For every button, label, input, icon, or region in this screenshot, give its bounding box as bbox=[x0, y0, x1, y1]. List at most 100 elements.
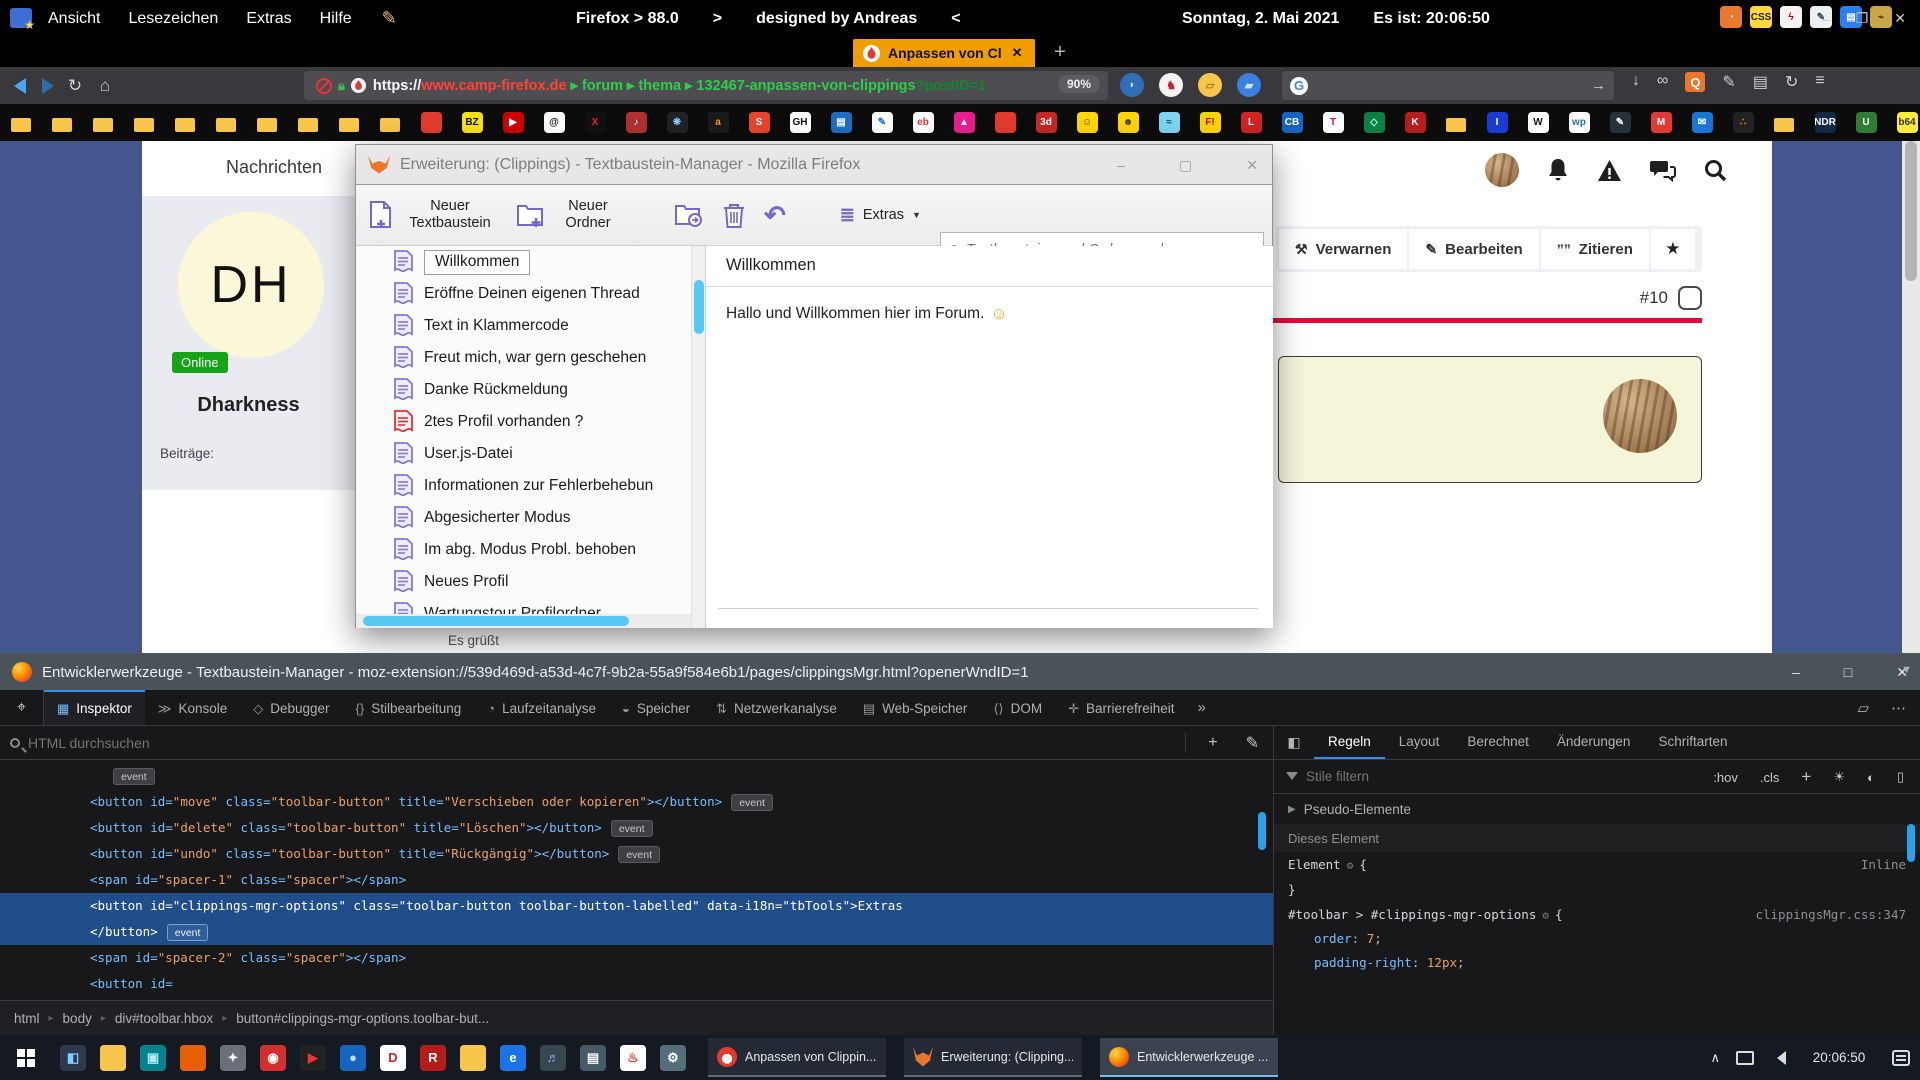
extras-button[interactable]: ≣ Extras ▼ bbox=[840, 205, 921, 226]
bookmark-icon[interactable] bbox=[1773, 112, 1795, 134]
go-arrow-icon[interactable]: → bbox=[1591, 77, 1606, 94]
print-simulation-icon[interactable]: ◐ bbox=[1867, 770, 1875, 785]
css-declaration[interactable]: padding-right: 12px; bbox=[1274, 951, 1920, 975]
devtools-titlebar[interactable]: Entwicklerwerkzeuge - Textbaustein-Manag… bbox=[0, 654, 1920, 690]
new-folder-button[interactable]: Neuer Ordner bbox=[516, 198, 624, 231]
scrollbar-thumb[interactable] bbox=[363, 616, 629, 626]
minimize-button[interactable]: – bbox=[1822, 11, 1830, 27]
bookmark-icon[interactable]: ◇ bbox=[1363, 112, 1385, 134]
devtools-tab[interactable]: ◔Laufzeitanalyse bbox=[474, 690, 609, 725]
bookmark-icon[interactable]: NDR bbox=[1814, 112, 1836, 134]
breadcrumb-item[interactable]: html bbox=[14, 1011, 40, 1026]
bookmark-icon[interactable]: T bbox=[1322, 112, 1344, 134]
zoom-level-badge[interactable]: 90% bbox=[1058, 75, 1100, 93]
bookmark-icon[interactable] bbox=[51, 112, 73, 134]
navbar-action-icon[interactable]: ∞ bbox=[1657, 72, 1668, 92]
bookmark-icon[interactable]: S bbox=[748, 112, 770, 134]
breadcrumb-item[interactable]: button#clippings-mgr-options.toolbar-but… bbox=[236, 1011, 489, 1026]
clipping-list-item[interactable]: Neues Profil bbox=[356, 566, 691, 598]
navbar-action-icon[interactable]: ↓ bbox=[1632, 72, 1640, 92]
stylesheet-icon[interactable]: ▯ bbox=[1897, 769, 1904, 785]
sidebar-tab[interactable]: Regeln bbox=[1314, 726, 1385, 759]
sidebar-toggle-icon[interactable]: ◧ bbox=[1274, 726, 1314, 759]
taskbar-app-icon[interactable]: ▤ bbox=[580, 1045, 606, 1071]
toolbar-icon[interactable]: ▰ bbox=[1237, 73, 1261, 97]
taskbar-app-icon[interactable]: ◧ bbox=[60, 1045, 86, 1071]
toggle-classes-button[interactable]: .cls bbox=[1760, 770, 1780, 785]
markup-line[interactable]: <button id= bbox=[0, 971, 1273, 997]
bookmark-icon[interactable]: ♪ bbox=[625, 112, 647, 134]
volume-icon[interactable] bbox=[1770, 1051, 1786, 1065]
lock-icon[interactable]: 🔒︎ bbox=[338, 78, 345, 94]
bookmark-icon[interactable]: 3d bbox=[1035, 112, 1057, 134]
devtools-tab[interactable]: {}Stilbearbeitung bbox=[343, 690, 475, 725]
bookmark-icon[interactable]: ❋ bbox=[666, 112, 688, 134]
markup-scrollbar-thumb[interactable] bbox=[1258, 812, 1266, 850]
bookmark-icon[interactable]: a bbox=[707, 112, 729, 134]
taskbar-app-icon[interactable]: ● bbox=[340, 1045, 366, 1071]
post-action-button[interactable]: ✎Bearbeiten bbox=[1409, 229, 1538, 269]
event-badge[interactable]: event bbox=[618, 846, 660, 863]
sidebar-tab[interactable]: Layout bbox=[1385, 726, 1454, 759]
username[interactable]: Dharkness bbox=[142, 394, 355, 417]
markup-line[interactable]: <button id="move" class="toolbar-button"… bbox=[0, 789, 1273, 815]
bookmark-icon[interactable]: @ bbox=[543, 112, 565, 134]
bookmark-icon[interactable] bbox=[420, 112, 442, 134]
clipping-list-item[interactable]: Willkommen bbox=[356, 246, 691, 278]
event-badge[interactable]: event bbox=[167, 924, 209, 941]
sidebar-tab[interactable]: Schriftarten bbox=[1644, 726, 1741, 759]
sidebar-tab[interactable]: Änderungen bbox=[1543, 726, 1645, 759]
add-node-icon[interactable]: + bbox=[1208, 734, 1217, 752]
bookmark-icon[interactable] bbox=[994, 112, 1016, 134]
css-declaration[interactable]: order: 7; bbox=[1274, 927, 1920, 951]
style-filter-input[interactable] bbox=[1306, 769, 1606, 784]
html-search-input[interactable] bbox=[28, 735, 848, 751]
restore-button[interactable]: ❐ bbox=[1856, 10, 1869, 27]
undo-icon[interactable]: ↶ bbox=[764, 200, 786, 231]
navbar-action-icon[interactable]: ▤ bbox=[1753, 72, 1768, 92]
notes-icon[interactable]: ✎ bbox=[382, 8, 397, 29]
bookmark-icon[interactable]: L bbox=[1240, 112, 1262, 134]
taskbar-app-icon[interactable] bbox=[100, 1045, 126, 1071]
meatball-menu-icon[interactable]: ⋯ bbox=[1891, 699, 1906, 717]
bookmark-icon[interactable]: K bbox=[1404, 112, 1426, 134]
taskbar-app-icon[interactable]: R bbox=[420, 1045, 446, 1071]
extension-icon[interactable]: ◔ bbox=[1720, 6, 1742, 28]
search-icon[interactable] bbox=[1704, 159, 1727, 182]
post-number[interactable]: #10 bbox=[1640, 288, 1668, 308]
tray-chevron-icon[interactable]: ∧ bbox=[1710, 1050, 1720, 1066]
devtools-tab[interactable]: ✛Barrierefreiheit bbox=[1055, 690, 1187, 725]
signature-avatar[interactable] bbox=[1603, 379, 1677, 453]
clipping-list-item[interactable]: Text in Klammercode bbox=[356, 310, 691, 342]
bookmark-icon[interactable]: ✉ bbox=[1691, 112, 1713, 134]
new-clipping-button[interactable]: Neuer Textbaustein bbox=[368, 198, 498, 231]
event-badge[interactable]: event bbox=[731, 794, 773, 811]
post-action-button[interactable]: ⚒Verwarnen bbox=[1279, 229, 1407, 269]
devtools-tab[interactable]: ⇅Netzwerkanalyse bbox=[703, 690, 850, 725]
add-rule-button[interactable]: + bbox=[1801, 767, 1811, 787]
clippings-horizontal-scrollbar[interactable] bbox=[356, 614, 691, 628]
devtools-tab[interactable]: ▤Web-Speicher bbox=[850, 690, 981, 725]
tabs-overflow-chevron[interactable]: » bbox=[1188, 690, 1216, 725]
taskbar-app-icon[interactable]: e bbox=[500, 1045, 526, 1071]
bookmark-icon[interactable]: BZ bbox=[461, 112, 483, 134]
bookmark-icon[interactable]: ≈ bbox=[1158, 112, 1180, 134]
taskbar-window-button[interactable]: Anpassen von Clippin... bbox=[708, 1038, 886, 1077]
rule-source[interactable]: Inline bbox=[1861, 852, 1906, 877]
chat-icon[interactable] bbox=[1650, 159, 1676, 182]
bookmark-icon[interactable]: ∴ bbox=[1732, 112, 1754, 134]
taskbar-app-icon[interactable]: ♨ bbox=[620, 1045, 646, 1071]
bookmark-icon[interactable] bbox=[338, 112, 360, 134]
taskbar-app-icon[interactable]: ♬ bbox=[540, 1045, 566, 1071]
bookmark-icon[interactable]: W bbox=[1527, 112, 1549, 134]
forward-icon[interactable] bbox=[42, 78, 54, 94]
toolbar-icon[interactable]: ◗ bbox=[1120, 73, 1144, 97]
light-theme-icon[interactable]: ☀ bbox=[1833, 769, 1845, 785]
clipping-list-item[interactable]: Eröffne Deinen eigenen Thread bbox=[356, 278, 691, 310]
bookmark-icon[interactable]: ▶ bbox=[502, 112, 524, 134]
clipping-list-item[interactable]: Abgesicherter Modus bbox=[356, 502, 691, 534]
post-checkbox[interactable] bbox=[1678, 286, 1702, 310]
back-icon[interactable] bbox=[14, 78, 26, 94]
bell-icon[interactable] bbox=[1547, 158, 1569, 182]
page-scrollbar[interactable] bbox=[1902, 141, 1920, 653]
